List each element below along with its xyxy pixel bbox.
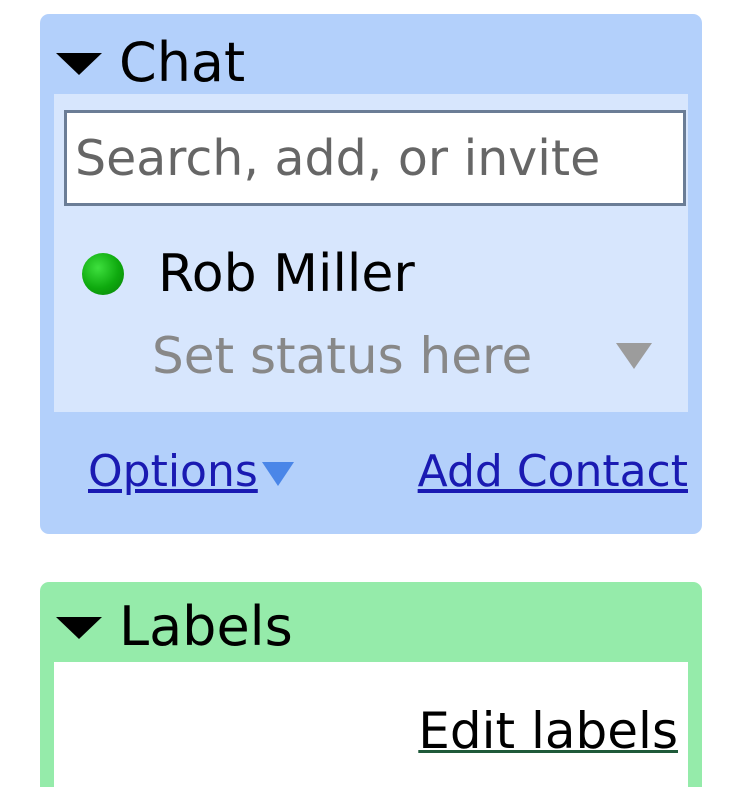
labels-title: Labels	[119, 595, 293, 658]
chat-header[interactable]: Chat	[56, 28, 245, 98]
chat-title: Chat	[119, 31, 246, 94]
status-text[interactable]: Set status here	[152, 331, 532, 381]
collapse-labels-icon[interactable]	[56, 617, 102, 639]
chat-panel: Chat Rob Miller Set status here Options …	[40, 14, 702, 534]
labels-header[interactable]: Labels	[56, 592, 293, 662]
options-label[interactable]: Options	[88, 450, 258, 494]
status-selector[interactable]: Set status here	[152, 326, 652, 386]
status-chevron-down-icon[interactable]	[616, 343, 652, 369]
search-input[interactable]	[64, 110, 686, 206]
collapse-chat-icon[interactable]	[56, 53, 102, 75]
chat-body: Rob Miller Set status here	[54, 94, 688, 412]
online-status-icon	[82, 253, 124, 295]
edit-labels-link[interactable]: Edit labels	[418, 706, 678, 756]
gmail-sidebar: Chat Rob Miller Set status here Options …	[0, 0, 729, 787]
user-name: Rob Miller	[158, 244, 415, 304]
chat-footer: Options Add Contact	[88, 442, 688, 502]
add-contact-link[interactable]: Add Contact	[418, 450, 688, 494]
options-menu-button[interactable]: Options	[88, 450, 294, 494]
current-user-row: Rob Miller	[82, 244, 415, 304]
labels-body: Edit labels	[54, 662, 688, 787]
options-chevron-down-icon[interactable]	[261, 462, 294, 486]
labels-panel: Labels Edit labels	[40, 582, 702, 787]
